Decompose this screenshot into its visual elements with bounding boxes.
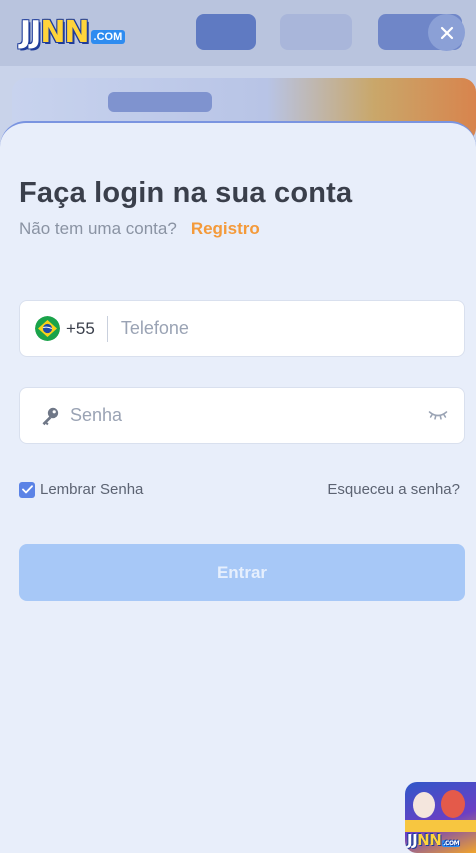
phone-input[interactable] (120, 301, 421, 356)
register-link[interactable]: Registro (191, 219, 260, 239)
app-icon-logo: JJNN .COM (407, 831, 461, 849)
mascot-2 (441, 790, 465, 818)
page-title: Faça login na sua conta (19, 177, 353, 209)
logo-suffix: .COM (90, 30, 126, 44)
password-field (19, 387, 465, 444)
remember-password-toggle[interactable]: Lembrar Senha (19, 481, 143, 498)
eye-closed-icon[interactable] (428, 408, 448, 422)
background-header-pill (280, 14, 352, 50)
remember-checkbox[interactable] (19, 481, 35, 498)
login-button[interactable]: Entrar (19, 544, 465, 601)
app-logo-part-1: JJ (407, 831, 418, 849)
password-input[interactable] (70, 388, 410, 443)
phone-field: +55 (19, 300, 465, 357)
app-promo-icon[interactable]: JJNN .COM (405, 782, 476, 853)
logo-part-2: NN (40, 15, 89, 50)
background-banner-chip (108, 92, 212, 112)
brazil-flag-icon[interactable] (35, 316, 60, 341)
key-icon (42, 407, 59, 425)
site-logo: JJNN .COM (20, 15, 126, 50)
remember-label: Lembrar Senha (40, 481, 144, 498)
background-header-pill (196, 14, 256, 50)
app-logo-part-2: NN (417, 831, 442, 849)
register-prompt: Não tem uma conta? Registro (19, 219, 260, 239)
field-divider (106, 315, 108, 342)
close-icon (440, 26, 453, 39)
country-code[interactable]: +55 (66, 319, 95, 339)
logo-wordmark: JJNN (20, 15, 90, 50)
no-account-text: Não tem uma conta? (19, 219, 177, 238)
app-logo-suffix: .COM (442, 840, 461, 847)
logo-part-1: JJ (20, 15, 41, 50)
login-sheet: Faça login na sua conta Não tem uma cont… (0, 121, 476, 853)
check-icon (21, 485, 33, 494)
mascot-1 (413, 792, 435, 818)
close-button[interactable] (428, 14, 465, 51)
forgot-password-link[interactable]: Esqueceu a senha? (327, 481, 460, 498)
